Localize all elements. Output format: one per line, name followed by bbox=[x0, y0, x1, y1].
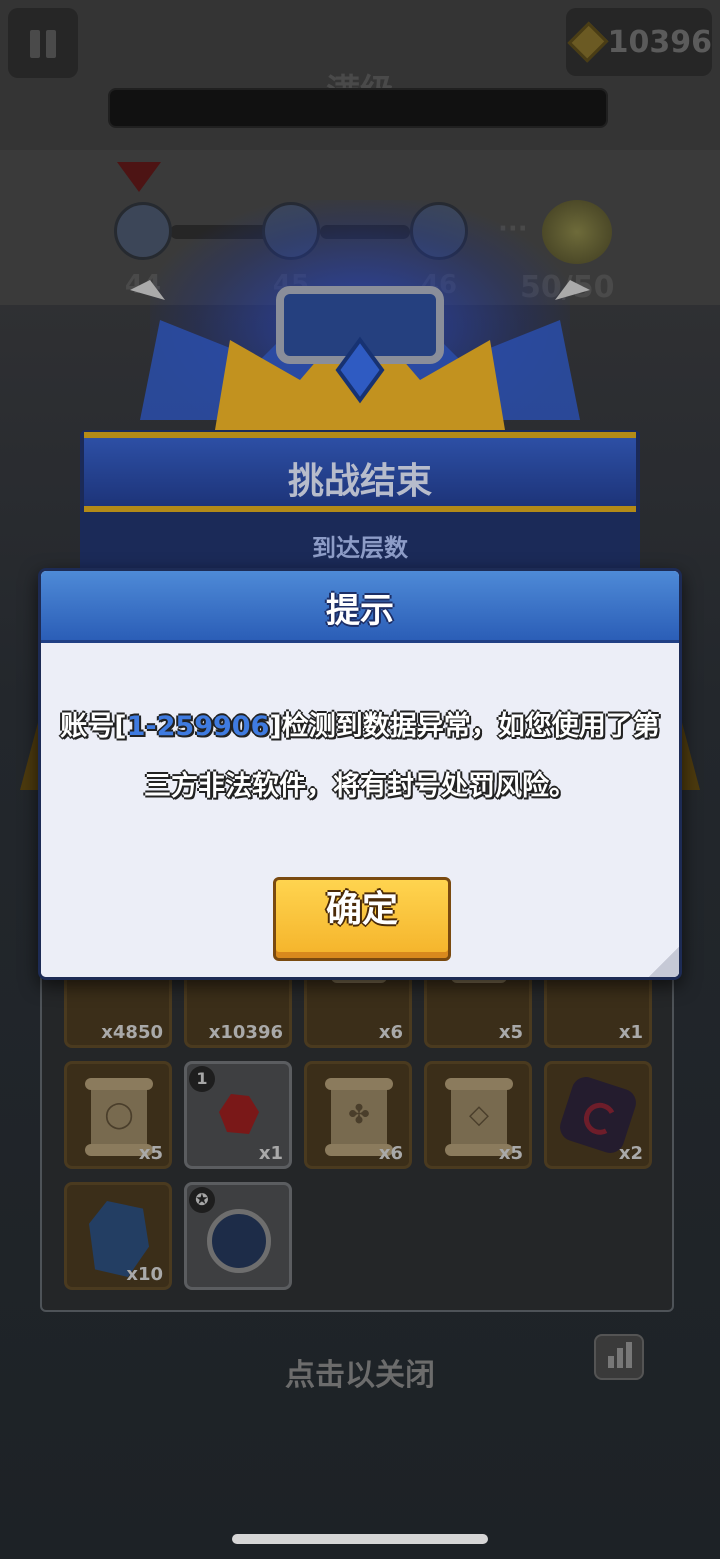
reward-qty: x6 bbox=[378, 1143, 403, 1164]
account-id: 1-259906 bbox=[126, 711, 270, 742]
bar-chart-icon bbox=[608, 1356, 614, 1368]
reward-item-diamond-ring-scroll[interactable]: ◇ x5 bbox=[424, 1061, 532, 1169]
medal-badge-icon: ✪ bbox=[189, 1187, 215, 1213]
reward-item-dark-rune[interactable]: x2 bbox=[544, 1061, 652, 1169]
result-title: 挑战结束 bbox=[287, 461, 432, 502]
coin-value: 10396 bbox=[607, 24, 712, 60]
current-stage-marker-icon bbox=[117, 162, 161, 192]
confirm-button[interactable]: 确定 bbox=[273, 877, 451, 961]
paw-scroll-icon: ✤ bbox=[325, 1078, 393, 1156]
reward-item-paw-scroll[interactable]: ✤ x6 bbox=[304, 1061, 412, 1169]
gem-coin-icon bbox=[567, 21, 609, 63]
dialog-header: 提示 bbox=[41, 571, 679, 643]
corner-fold bbox=[649, 947, 679, 977]
reward-qty: x10396 bbox=[208, 1022, 283, 1043]
reward-qty: x6 bbox=[378, 1022, 403, 1043]
reward-qty: x5 bbox=[498, 1143, 523, 1164]
count-badge: 1 bbox=[189, 1066, 215, 1092]
diamond-ring-scroll-icon: ◇ bbox=[445, 1078, 513, 1156]
home-indicator[interactable] bbox=[232, 1534, 488, 1544]
ring-scroll-icon: ◯ bbox=[85, 1078, 153, 1156]
reward-qty: x2 bbox=[618, 1143, 643, 1164]
reward-item-red-gem[interactable]: 1 x1 bbox=[184, 1061, 292, 1169]
red-gem-icon bbox=[219, 1094, 259, 1134]
confirm-button-label: 确定 bbox=[325, 889, 398, 930]
medal-icon bbox=[207, 1209, 271, 1273]
dialog-message: 账号[1-259906]检测到数据异常，如您使用了第三方非法软件，将有封号处罚风… bbox=[60, 711, 660, 802]
stats-button[interactable] bbox=[594, 1334, 644, 1380]
reward-qty: x10 bbox=[126, 1264, 163, 1285]
result-subtitle: 到达层数 bbox=[312, 534, 408, 562]
reward-qty: x1 bbox=[618, 1022, 643, 1043]
pause-icon bbox=[30, 30, 40, 58]
alert-dialog: 提示 账号[1-259906]检测到数据异常，如您使用了第三方非法软件，将有封号… bbox=[38, 568, 682, 980]
reward-item-medal[interactable]: ✪ bbox=[184, 1182, 292, 1290]
reward-qty: x4850 bbox=[101, 1022, 163, 1043]
reward-item-blue-crystal[interactable]: x10 bbox=[64, 1182, 172, 1290]
level-progress-bar bbox=[108, 88, 608, 128]
dialog-title: 提示 bbox=[326, 591, 394, 631]
reward-qty: x5 bbox=[138, 1143, 163, 1164]
reward-qty: x5 bbox=[498, 1022, 523, 1043]
reward-item-ring-scroll[interactable]: ◯ x5 bbox=[64, 1061, 172, 1169]
reward-qty: x1 bbox=[258, 1143, 283, 1164]
crown-icon bbox=[130, 280, 590, 430]
